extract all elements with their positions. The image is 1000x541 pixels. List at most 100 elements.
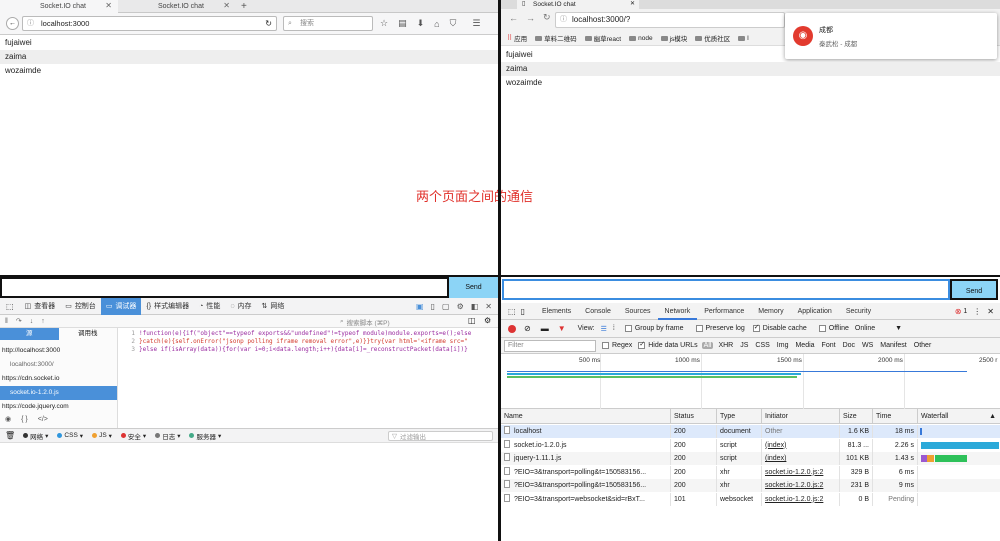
more-icon[interactable]: ⋮ xyxy=(973,307,981,316)
code-editor[interactable]: 1 !function(e){if("object"==typeof export… xyxy=(123,330,498,360)
tab-sources[interactable]: Sources xyxy=(618,303,658,320)
source-file[interactable]: localhost:3000/ xyxy=(0,358,117,372)
table-row[interactable]: jquery-1.11.1.js 200 script (index) 101 KB 1.… xyxy=(501,452,1000,465)
gear-icon[interactable]: ⚙ xyxy=(457,302,464,311)
tab-memory[interactable]: Memory xyxy=(751,303,790,320)
tab-memory[interactable]: ◌ 内存 xyxy=(225,298,256,315)
col-status[interactable]: Status xyxy=(671,409,717,424)
filter-output-input[interactable]: ▽ 过滤输出 xyxy=(388,431,493,441)
address-bar[interactable]: ⓘ localhost:3000/? xyxy=(555,12,785,28)
inspect-icon[interactable]: ⬚ xyxy=(508,307,516,316)
tab-elements[interactable]: Elements xyxy=(535,303,578,320)
home-icon[interactable]: ⌂ xyxy=(434,19,439,29)
table-row[interactable]: ?EIO=3&transport=polling&t=150583156... 2… xyxy=(501,479,1000,492)
type-ws[interactable]: WS xyxy=(862,342,873,349)
type-doc[interactable]: Doc xyxy=(843,342,855,349)
pocket-icon[interactable]: ⛉ xyxy=(450,18,457,29)
tab-network[interactable]: Network xyxy=(657,303,698,320)
code-icon[interactable]: </> xyxy=(38,416,48,423)
waterfall-view-icon[interactable]: ⁞ xyxy=(613,325,615,332)
table-row[interactable]: localhost 200 document Other 1.6 KB 18 ms xyxy=(501,425,1000,438)
type-css[interactable]: CSS xyxy=(755,342,769,349)
cell-text[interactable]: (index) xyxy=(765,455,786,462)
reload-icon[interactable]: ↻ xyxy=(265,17,272,30)
tab-sources[interactable]: 源 xyxy=(0,328,59,340)
record-icon[interactable] xyxy=(508,324,516,333)
dock-side-icon[interactable]: ▯ xyxy=(431,302,435,311)
throttle-select[interactable]: Online xyxy=(855,325,875,332)
source-origin[interactable]: http://localhost:3000 xyxy=(0,344,117,358)
filter-log[interactable]: 日志 ▾ xyxy=(155,431,180,441)
preserve-log-checkbox[interactable] xyxy=(695,325,703,332)
step-out-icon[interactable]: ↑ xyxy=(41,318,45,325)
dock-bottom-icon[interactable]: ▣ xyxy=(416,302,424,311)
type-font[interactable]: Font xyxy=(822,342,836,349)
close-icon[interactable]: ✕ xyxy=(485,302,492,311)
type-manifest[interactable]: Manifest xyxy=(880,342,906,349)
forward-icon[interactable]: → xyxy=(526,13,535,23)
type-other[interactable]: Other xyxy=(914,342,932,349)
tab-style-editor[interactable]: {} 样式编辑器 xyxy=(141,298,194,315)
trash-icon[interactable]: 🗑 xyxy=(5,431,15,440)
filter-css[interactable]: CSS ▾ xyxy=(57,432,83,440)
cell-text[interactable]: socket.io-1.2.0.js:2 xyxy=(765,482,823,489)
error-icon[interactable]: ⊗ xyxy=(955,307,962,316)
filter-server[interactable]: 服务器 ▾ xyxy=(189,431,221,441)
download-icon[interactable]: ⬇ xyxy=(417,18,425,29)
tab-inspector[interactable]: ◫ 查看器 xyxy=(20,298,61,315)
bookmark-item[interactable]: node xyxy=(629,35,653,42)
col-name[interactable]: Name xyxy=(501,409,671,424)
col-initiator[interactable]: Initiator xyxy=(762,409,840,424)
back-icon[interactable]: ← xyxy=(509,13,518,23)
new-tab-icon[interactable]: + xyxy=(241,1,247,12)
col-waterfall[interactable]: Waterfall ▲ xyxy=(918,409,1000,424)
back-icon[interactable]: ← xyxy=(6,17,19,30)
table-row[interactable]: ?EIO=3&transport=polling&t=150583156... 2… xyxy=(501,465,1000,479)
filter-network[interactable]: 网络 ▾ xyxy=(23,431,48,441)
filter-security[interactable]: 安全 ▾ xyxy=(120,431,146,441)
inspect-icon[interactable]: ⬚ xyxy=(6,302,14,311)
hide-data-urls-checkbox[interactable] xyxy=(638,340,646,349)
pause-icon[interactable]: ‖ xyxy=(5,318,8,325)
col-size[interactable]: Size xyxy=(840,409,873,424)
close-icon[interactable]: ✕ xyxy=(630,0,635,9)
source-origin[interactable]: https://code.jquery.com xyxy=(0,400,117,414)
split-icon[interactable]: ◧ xyxy=(471,302,479,311)
reader-icon[interactable]: ▤ xyxy=(398,18,407,29)
bookmark-item[interactable]: js模块 xyxy=(660,33,687,43)
group-by-frame-checkbox[interactable] xyxy=(624,325,632,332)
step-over-icon[interactable]: ↷ xyxy=(16,317,22,325)
filter-input[interactable]: Filter xyxy=(504,339,596,352)
address-bar[interactable]: ⓘ localhost:3000 ↻ xyxy=(22,16,277,31)
tab-callstack[interactable]: 调用栈 xyxy=(59,328,118,340)
filter-js[interactable]: JS ▾ xyxy=(92,432,112,440)
table-row[interactable]: ?EIO=3&transport=websocket&sid=rBxT... 10… xyxy=(501,492,1000,506)
bookmark-item[interactable]: 草料二维码 xyxy=(535,33,577,43)
eye-icon[interactable]: ◉ xyxy=(5,415,11,423)
bookmark-item[interactable]: l xyxy=(738,35,749,42)
right-message-input[interactable] xyxy=(502,279,950,300)
tab-security[interactable]: Security xyxy=(839,303,878,320)
device-icon[interactable]: ▯ xyxy=(521,307,525,316)
close-icon[interactable]: ✕ xyxy=(987,307,994,316)
gear-icon[interactable]: ⚙ xyxy=(484,316,491,325)
menu-icon[interactable]: ☰ xyxy=(472,18,480,29)
clear-icon[interactable]: ⊘ xyxy=(524,324,531,333)
reload-icon[interactable]: ↻ xyxy=(543,12,551,23)
tab-performance[interactable]: ◔ 性能 xyxy=(194,298,225,315)
close-icon[interactable]: ✕ xyxy=(105,1,112,10)
responsive-icon[interactable]: ▢ xyxy=(442,302,450,311)
type-js[interactable]: JS xyxy=(740,342,748,349)
type-xhr[interactable]: XHR xyxy=(718,342,733,349)
disable-cache-checkbox[interactable] xyxy=(752,323,760,332)
tab-application[interactable]: Application xyxy=(791,303,839,320)
left-message-input[interactable] xyxy=(0,277,449,298)
tab-console[interactable]: Console xyxy=(578,303,618,320)
script-search-input[interactable]: ⌕ 搜索脚本 (⌘P) xyxy=(340,316,460,327)
toggle-pane-icon[interactable]: ◫ xyxy=(468,316,476,325)
offline-checkbox[interactable] xyxy=(818,325,826,332)
cell-text[interactable]: socket.io-1.2.0.js:2 xyxy=(765,469,823,476)
bookmark-apps[interactable]: ⠿ 应用 xyxy=(507,33,527,43)
close-icon[interactable]: ✕ xyxy=(223,1,230,10)
tab-performance[interactable]: Performance xyxy=(697,303,751,320)
